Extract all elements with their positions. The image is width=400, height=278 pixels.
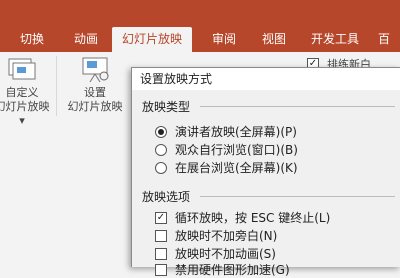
check-no-animation[interactable]: 放映时不加动画(S) (155, 246, 276, 262)
tab-partial[interactable]: 百 (378, 29, 400, 50)
check-disable-hw-accel[interactable]: 禁用硬件图形加速(G) (155, 262, 290, 278)
tab-animations[interactable]: 动画 (68, 29, 104, 50)
radio-button[interactable] (155, 161, 167, 174)
tab-slideshow[interactable]: 幻灯片放映 (112, 27, 192, 52)
radio-kiosk[interactable]: 在展台浏览(全屏幕)(K) (155, 160, 298, 176)
ribbon-tab-bar: 切换 动画 幻灯片放映 审阅 视图 开发工具 百 (0, 0, 400, 52)
radio-presenter[interactable]: 演讲者放映(全屏幕)(P) (155, 124, 297, 140)
show-options-divider (200, 196, 395, 197)
tab-transitions[interactable]: 切换 (14, 29, 50, 50)
tab-view[interactable]: 视图 (256, 29, 292, 50)
checkbox[interactable] (155, 229, 167, 242)
show-type-group-title: 放映类型 (142, 100, 191, 114)
check-no-animation-label: 放映时不加动画(S) (175, 247, 276, 261)
radio-window[interactable]: 观众自行浏览(窗口)(B) (155, 142, 298, 158)
checkbox[interactable] (155, 263, 167, 276)
radio-button-selected[interactable] (155, 125, 167, 138)
setup-slideshow-label1: 设置 (84, 86, 106, 99)
check-disable-hw-accel-label: 禁用硬件图形加速(G) (175, 263, 290, 277)
custom-slideshow-label2: 幻灯片放映 ▾ (0, 100, 50, 127)
tab-developer[interactable]: 开发工具 (306, 29, 364, 50)
tab-review[interactable]: 审阅 (206, 29, 242, 50)
show-type-divider (200, 106, 395, 107)
setup-slideshow-icon (82, 57, 109, 83)
radio-button[interactable] (155, 143, 167, 156)
setup-slideshow-button[interactable]: 设置 幻灯片放映 (62, 56, 128, 114)
check-loop[interactable]: ✓ 循环放映，按 ESC 键终止(L) (155, 210, 330, 226)
check-loop-label: 循环放映，按 ESC 键终止(L) (175, 211, 331, 225)
custom-slideshow-icon (8, 58, 36, 80)
check-no-narration[interactable]: 放映时不加旁白(N) (155, 228, 277, 244)
radio-window-label: 观众自行浏览(窗口)(B) (175, 143, 298, 157)
setup-show-dialog: 设置放映方式 放映类型 演讲者放映(全屏幕)(P) 观众自行浏览(窗口)(B) … (131, 67, 400, 277)
custom-slideshow-button[interactable]: 自定义 幻灯片放映 ▾ (0, 56, 50, 128)
checkbox[interactable] (155, 247, 167, 260)
dialog-title: 设置放映方式 (132, 68, 400, 90)
show-options-group-title: 放映选项 (142, 190, 191, 204)
ribbon-separator (56, 56, 57, 116)
check-no-narration-label: 放映时不加旁白(N) (175, 229, 278, 243)
checkbox-checked[interactable]: ✓ (155, 211, 167, 224)
custom-slideshow-label1: 自定义 (5, 86, 39, 99)
setup-slideshow-label2: 幻灯片放映 (67, 100, 123, 113)
radio-presenter-label: 演讲者放映(全屏幕)(P) (175, 125, 297, 139)
radio-kiosk-label: 在展台浏览(全屏幕)(K) (175, 161, 298, 175)
